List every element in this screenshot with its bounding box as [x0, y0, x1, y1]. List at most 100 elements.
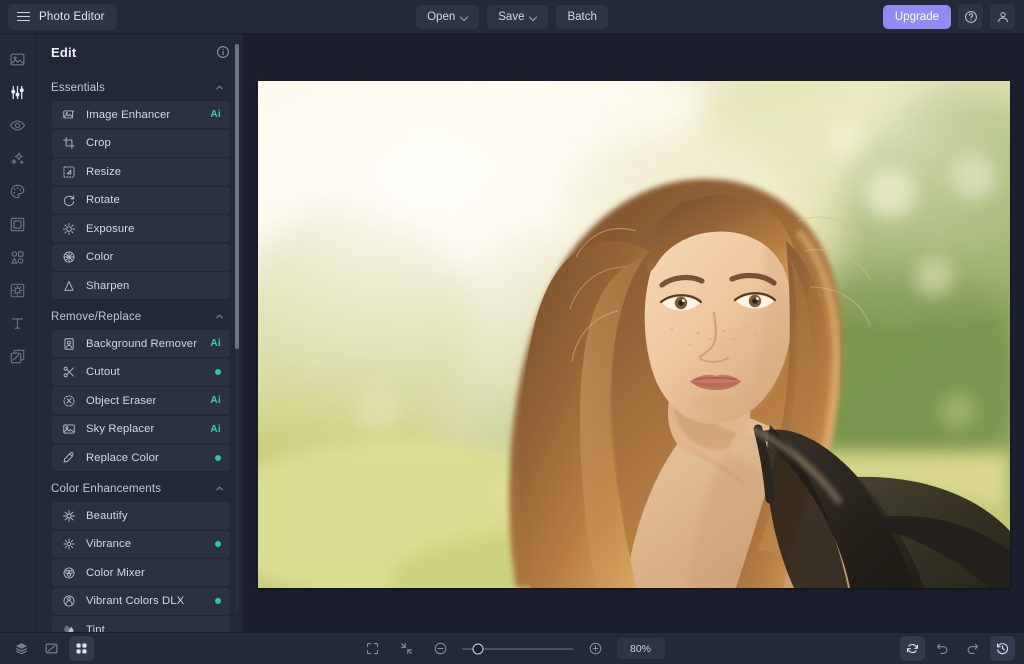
tool-item-image-enhancer[interactable]: Image Enhancer Ai — [52, 101, 230, 128]
chevron-up-icon — [214, 82, 225, 93]
vibrance-icon — [62, 537, 76, 551]
tool-item-sky-replacer[interactable]: Sky Replacer Ai — [52, 415, 230, 443]
history-icon — [996, 643, 1009, 655]
layers-button[interactable] — [9, 636, 34, 661]
rail-item-filters[interactable] — [4, 276, 32, 304]
tool-item-rotate[interactable]: Rotate — [52, 186, 230, 214]
shrink-button[interactable] — [394, 636, 419, 661]
eraser-icon — [62, 394, 76, 408]
zoom-out-icon — [434, 642, 446, 655]
layers-icon — [15, 643, 28, 655]
rail-item-frame[interactable] — [4, 210, 32, 238]
sky-icon — [62, 422, 76, 436]
zoom-out-button[interactable] — [428, 636, 453, 661]
section-header-essentials[interactable]: Essentials — [46, 74, 230, 101]
tool-item-sharpen[interactable]: Sharpen — [52, 272, 230, 299]
save-button[interactable]: Save — [487, 5, 549, 29]
panel-info-button[interactable] — [216, 45, 230, 59]
rail-item-effects[interactable] — [4, 144, 32, 172]
rail-item-retouch[interactable] — [4, 111, 32, 139]
compare-button[interactable] — [39, 636, 64, 661]
zoom-slider[interactable] — [461, 642, 574, 656]
canvas-region — [244, 34, 1024, 632]
grid-button[interactable] — [69, 636, 94, 661]
history-button[interactable] — [990, 636, 1015, 661]
rail-item-text[interactable] — [4, 309, 32, 337]
edit-panel: Edit Essentials Image Enhancer Ai Crop Resiz… — [36, 34, 244, 632]
tool-label: Color — [86, 251, 114, 263]
section-header-remove-replace[interactable]: Remove/Replace — [46, 303, 230, 330]
zoom-slider-handle[interactable] — [472, 643, 483, 654]
bottom-right-tools — [900, 636, 1015, 661]
reset-icon — [906, 644, 919, 653]
frame-icon — [10, 217, 25, 231]
fit-screen-button[interactable] — [360, 636, 385, 661]
beautify-icon — [62, 509, 76, 523]
redo-button[interactable] — [960, 636, 985, 661]
tool-item-vibrant-colors-dlx[interactable]: Vibrant Colors DLX — [52, 587, 230, 615]
new-dot-badge — [215, 369, 221, 375]
tool-item-color[interactable]: Color — [52, 243, 230, 271]
tool-item-resize[interactable]: Resize — [52, 158, 230, 185]
new-dot-badge — [215, 541, 221, 547]
tool-item-tint[interactable]: Tint — [52, 616, 230, 632]
panel-scrollbar[interactable] — [235, 42, 239, 612]
exposure-icon — [62, 222, 76, 236]
rail-item-adjust[interactable] — [4, 78, 32, 106]
tool-item-replace-color[interactable]: Replace Color — [52, 444, 230, 471]
canvas-area[interactable] — [244, 34, 1024, 632]
batch-button[interactable]: Batch — [556, 5, 608, 29]
top-right-actions: Upgrade — [882, 4, 1015, 29]
tool-item-exposure[interactable]: Exposure — [52, 215, 230, 242]
panel-scroll-region[interactable]: Essentials Image Enhancer Ai Crop Resize Rota… — [36, 70, 243, 632]
compare-icon — [45, 643, 58, 654]
tool-label: Vibrant Colors DLX — [86, 595, 185, 607]
tool-label: Tint — [86, 623, 105, 633]
undo-button[interactable] — [930, 636, 955, 661]
account-button[interactable] — [990, 4, 1015, 29]
undo-icon — [936, 643, 948, 654]
tool-item-cutout[interactable]: Cutout — [52, 358, 230, 386]
tool-item-background-remover[interactable]: Background Remover Ai — [52, 330, 230, 357]
eyedropper-icon — [62, 451, 76, 465]
photo-canvas[interactable] — [258, 81, 1010, 588]
tool-item-beautify[interactable]: Beautify — [52, 502, 230, 529]
rail-item-shapes[interactable] — [4, 243, 32, 271]
tool-label: Image Enhancer — [86, 108, 171, 121]
rail-item-color[interactable] — [4, 177, 32, 205]
app-menu-button[interactable]: Photo Editor — [8, 3, 117, 30]
new-dot-badge — [215, 454, 221, 461]
zoom-level-value[interactable]: 80% — [616, 638, 665, 659]
tool-item-color-mixer[interactable]: Color Mixer — [52, 559, 230, 586]
tool-label: Beautify — [86, 509, 128, 522]
tool-item-object-eraser[interactable]: Object Eraser Ai — [52, 387, 230, 414]
rail-item-layers[interactable] — [4, 342, 32, 370]
rotate-icon — [62, 193, 76, 207]
panel-scrollbar-thumb[interactable] — [235, 44, 239, 349]
photo-image — [258, 81, 1010, 588]
open-button[interactable]: Open — [416, 5, 480, 29]
layers-copy-icon — [10, 349, 25, 363]
tool-label: Vibrance — [86, 538, 132, 550]
crop-icon — [62, 136, 76, 150]
section-header-color-enhancements[interactable]: Color Enhancements — [46, 475, 230, 502]
section-title: Color Enhancements — [51, 482, 162, 495]
tool-item-crop[interactable]: Crop — [52, 129, 230, 157]
bottom-toolbar: 80% — [0, 632, 1024, 664]
upgrade-button[interactable]: Upgrade — [882, 4, 951, 29]
color-mixer-icon — [62, 566, 76, 580]
reset-button[interactable] — [900, 636, 925, 661]
question-circle-icon — [964, 10, 977, 23]
zoom-in-button[interactable] — [583, 636, 608, 661]
rail-item-image[interactable] — [4, 45, 32, 73]
help-button[interactable] — [958, 4, 983, 29]
app-root: Photo Editor Open Save Batch Upgrade Edi… — [0, 0, 1024, 664]
hamburger-icon — [17, 11, 30, 22]
image-enhance-icon — [62, 108, 76, 122]
top-toolbar: Photo Editor Open Save Batch Upgrade — [0, 0, 1024, 34]
chevron-down-icon — [530, 14, 537, 21]
tool-item-vibrance[interactable]: Vibrance — [52, 530, 230, 558]
tool-label: Cutout — [86, 366, 120, 378]
sharpen-icon — [62, 279, 76, 293]
ai-badge: Ai — [210, 395, 221, 406]
